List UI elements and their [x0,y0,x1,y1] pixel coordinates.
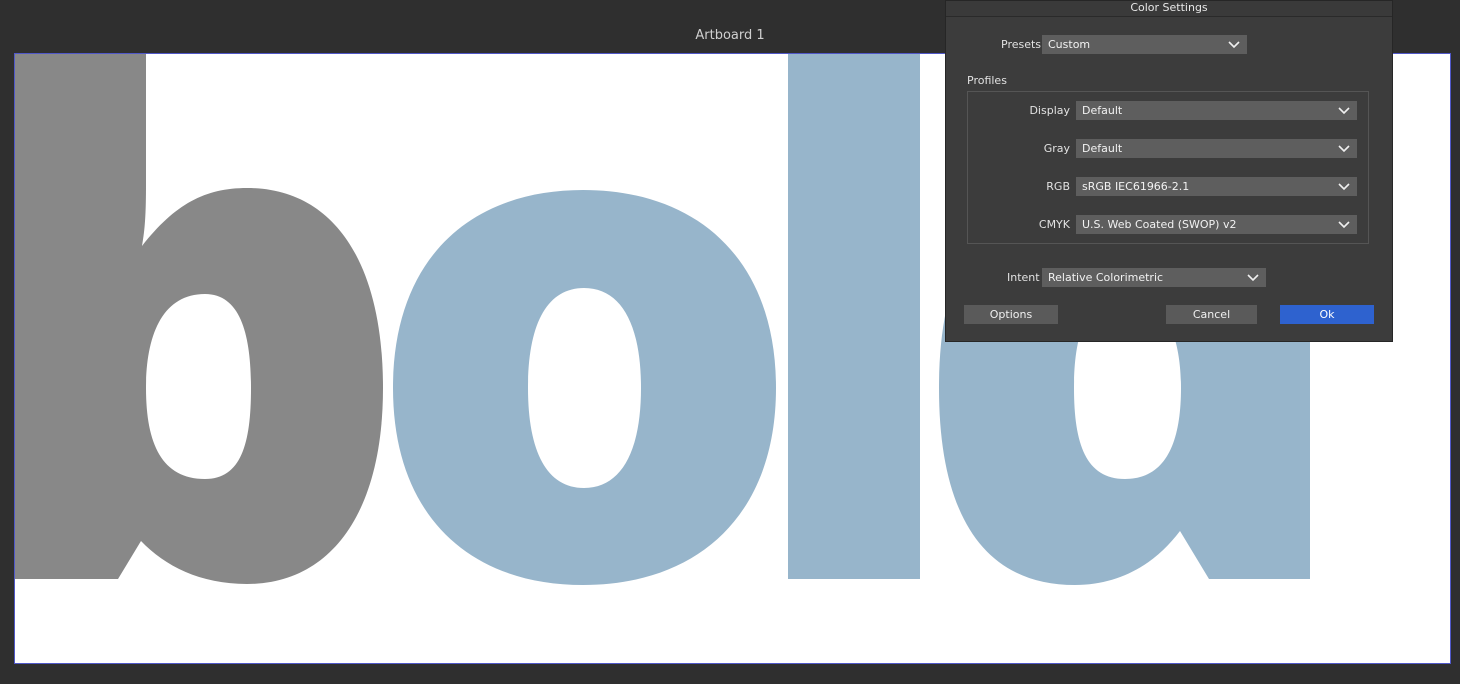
presets-select[interactable]: Custom [1042,35,1247,54]
intent-select[interactable]: Relative Colorimetric [1042,268,1266,287]
gray-profile-select[interactable]: Default [1076,139,1357,158]
display-label: Display [1029,104,1070,117]
rgb-profile-select[interactable]: sRGB IEC61966-2.1 [1076,177,1357,196]
options-button[interactable]: Options [964,305,1058,324]
chevron-down-icon [1338,183,1350,191]
letter-l-glyph [788,54,920,579]
letter-o-glyph [393,190,776,585]
chevron-down-icon [1247,274,1259,282]
letter-b-glyph [15,54,383,584]
cmyk-profile-select[interactable]: U.S. Web Coated (SWOP) v2 [1076,215,1357,234]
presets-label: Presets [1001,38,1042,51]
color-settings-dialog: Color Settings Presets Custom Profiles D… [945,0,1393,342]
chevron-down-icon [1338,145,1350,153]
intent-value: Relative Colorimetric [1048,271,1164,284]
dialog-title: Color Settings [946,1,1392,17]
presets-value: Custom [1048,38,1091,51]
display-profile-select[interactable]: Default [1076,101,1357,120]
rgb-profile-value: sRGB IEC61966-2.1 [1082,180,1190,193]
cmyk-profile-value: U.S. Web Coated (SWOP) v2 [1082,218,1237,231]
rgb-label: RGB [1046,180,1070,193]
gray-label: Gray [1043,142,1070,155]
gray-profile-value: Default [1082,142,1123,155]
cancel-button[interactable]: Cancel [1166,305,1257,324]
intent-label: Intent [1007,271,1040,284]
chevron-down-icon [1338,221,1350,229]
chevron-down-icon [1338,107,1350,115]
profiles-label: Profiles [967,74,1007,87]
ok-button[interactable]: Ok [1280,305,1374,324]
chevron-down-icon [1228,41,1240,49]
display-profile-value: Default [1082,104,1123,117]
cmyk-label: CMYK [1038,218,1070,231]
